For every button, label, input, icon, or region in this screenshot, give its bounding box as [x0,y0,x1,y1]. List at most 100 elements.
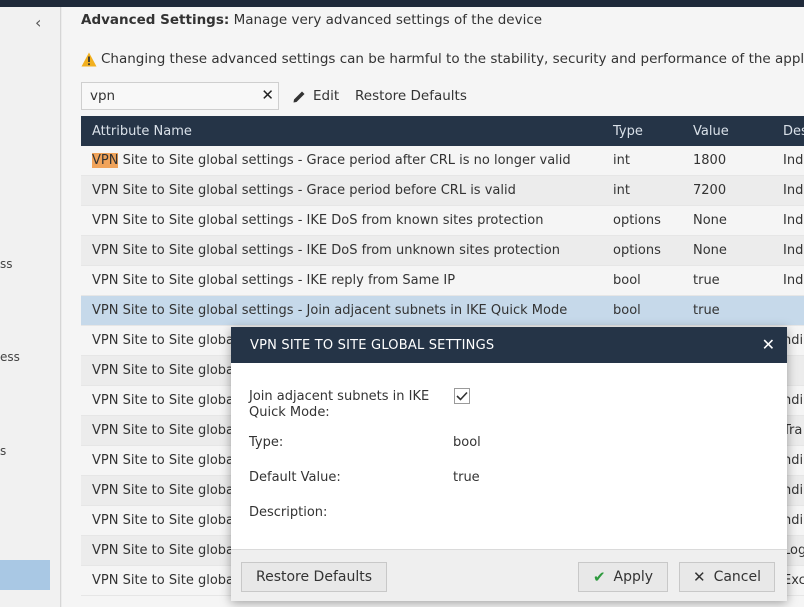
top-bar [0,0,804,7]
restore-defaults-label: Restore Defaults [355,88,467,104]
page-title-bold: Advanced Settings: [81,12,230,28]
table-row[interactable]: VPN Site to Site global settings - Grace… [81,146,804,176]
type-cell: bool [613,303,641,318]
page-title: Advanced Settings: Manage very advanced … [81,12,542,28]
description-cell: Indi [783,213,804,228]
attribute-name-text: VPN Site to Site global settings - IKE D… [92,213,544,228]
sidebar-selected-item[interactable] [0,560,50,590]
attribute-name-cell: VPN Site to Site global s [92,423,249,438]
attribute-name-text: VPN Site to Site global s [92,513,249,528]
attribute-name-text: VPN Site to Site global s [92,393,249,408]
sidebar-item-fragment[interactable]: ss [0,257,13,271]
join-subnets-checkbox[interactable] [454,388,470,404]
dialog-footer: Restore Defaults ✔ Apply ✕ Cancel [231,549,787,601]
dialog-restore-defaults-button[interactable]: Restore Defaults [241,562,387,592]
apply-button[interactable]: ✔ Apply [578,562,668,592]
attribute-name-cell: VPN Site to Site global s [92,543,249,558]
attribute-name-cell: VPN Site to Site global s [92,393,249,408]
page-title-text: Manage very advanced settings of the dev… [229,12,543,28]
attribute-name-cell: VPN Site to Site global settings - IKE D… [92,213,544,228]
attribute-name-cell: VPN Site to Site global s [92,513,249,528]
attribute-name-cell: VPN Site to Site global s [92,483,249,498]
check-icon: ✔ [592,568,606,586]
cancel-x-icon: ✕ [692,568,706,586]
settings-dialog: VPN SITE TO SITE GLOBAL SETTINGS ✕ Join … [231,327,787,601]
warning-text: Changing these advanced settings can be … [101,51,804,67]
dialog-close-icon[interactable]: ✕ [762,335,775,354]
value-cell: None [693,243,727,258]
attribute-name-cell: VPN Site to Site global s [92,333,249,348]
table-row[interactable]: VPN Site to Site global settings - Join … [81,296,804,326]
table-row[interactable]: VPN Site to Site global settings - IKE r… [81,266,804,296]
description-cell: Indi [783,153,804,168]
column-header-description[interactable]: Des [783,124,804,139]
type-cell: options [613,243,661,258]
dialog-restore-defaults-label: Restore Defaults [255,569,373,585]
attribute-name-text: VPN Site to Site global settings - IKE r… [92,273,456,288]
type-cell: bool [613,273,641,288]
left-sidebar: ‹ ss ess s [0,7,61,607]
value-cell: 7200 [693,183,727,198]
restore-defaults-button[interactable]: Restore Defaults [355,88,467,104]
attribute-name-text: VPN Site to Site global s [92,423,249,438]
type-cell: int [613,183,630,198]
dialog-header: VPN SITE TO SITE GLOBAL SETTINGS ✕ [231,327,787,363]
sidebar-item-fragment[interactable]: s [0,444,6,458]
attribute-name-text: VPN Site to Site global settings - IKE D… [92,243,560,258]
search-input[interactable] [82,83,252,109]
attribute-name-cell: VPN Site to Site global s [92,573,249,588]
search-box: ✕ [81,82,279,110]
attribute-name-cell: VPN Site to Site global s [92,363,249,378]
attribute-name-cell: VPN Site to Site global s [92,453,249,468]
type-cell: int [613,153,630,168]
description-cell: Indi [783,183,804,198]
attribute-name-cell: VPN Site to Site global settings - IKE D… [92,243,560,258]
attribute-name-cell: VPN Site to Site global settings - Grace… [92,183,516,198]
table-row[interactable]: VPN Site to Site global settings - IKE D… [81,206,804,236]
attribute-name-cell: VPN Site to Site global settings - IKE r… [92,273,455,288]
type-value: bool [453,435,481,450]
attribute-name-text: VPN Site to Site global s [92,333,249,348]
attribute-name-text: VPN Site to Site global s [92,543,249,558]
attribute-name-text: VPN Site to Site global s [92,573,249,588]
table-header: Attribute Name Type Value Des [81,116,804,146]
apply-label: Apply [613,569,654,585]
value-cell: true [693,273,720,288]
cancel-label: Cancel [713,569,761,585]
checkmark-icon [456,391,468,401]
table-row[interactable]: VPN Site to Site global settings - IKE D… [81,236,804,266]
pencil-icon [293,91,305,102]
sidebar-item-fragment[interactable]: ess [0,350,20,364]
column-header-type[interactable]: Type [613,124,643,139]
attribute-name-text: VPN Site to Site global s [92,483,249,498]
edit-label: Edit [313,88,340,104]
type-cell: options [613,213,661,228]
table-row[interactable]: VPN Site to Site global settings - Grace… [81,176,804,206]
attribute-name-cell: VPN Site to Site global settings - Join … [92,303,567,318]
description-cell: Indi [783,243,804,258]
clear-search-icon[interactable]: ✕ [261,86,274,104]
value-cell: true [693,303,720,318]
search-highlight: VPN [92,153,119,168]
description-label: Description: [249,505,328,520]
attribute-name-text: VPN Site to Site global settings - Grace… [92,183,516,198]
description-cell: Indi [783,273,804,288]
cancel-button[interactable]: ✕ Cancel [679,562,775,592]
warning-banner: Changing these advanced settings can be … [81,51,804,67]
default-value: true [453,470,480,485]
attribute-name-text: VPN Site to Site global s [92,453,249,468]
attribute-name-text: VPN Site to Site global settings - Join … [92,303,568,318]
join-subnets-label: Join adjacent subnets in IKE Quick Mode: [249,389,430,420]
column-header-attribute-name[interactable]: Attribute Name [92,124,192,139]
edit-button[interactable]: Edit [292,88,339,104]
column-header-value[interactable]: Value [693,124,729,139]
attribute-name-text: VPN Site to Site global s [92,363,249,378]
attribute-name-text: Site to Site global settings - Grace per… [118,153,571,168]
default-value-label: Default Value: [249,470,341,485]
warning-icon [81,52,97,66]
attribute-name-cell: VPN Site to Site global settings - Grace… [92,153,571,168]
type-label: Type: [249,435,284,450]
value-cell: 1800 [693,153,727,168]
collapse-chevron-icon[interactable]: ‹ [35,13,41,32]
value-cell: None [693,213,727,228]
